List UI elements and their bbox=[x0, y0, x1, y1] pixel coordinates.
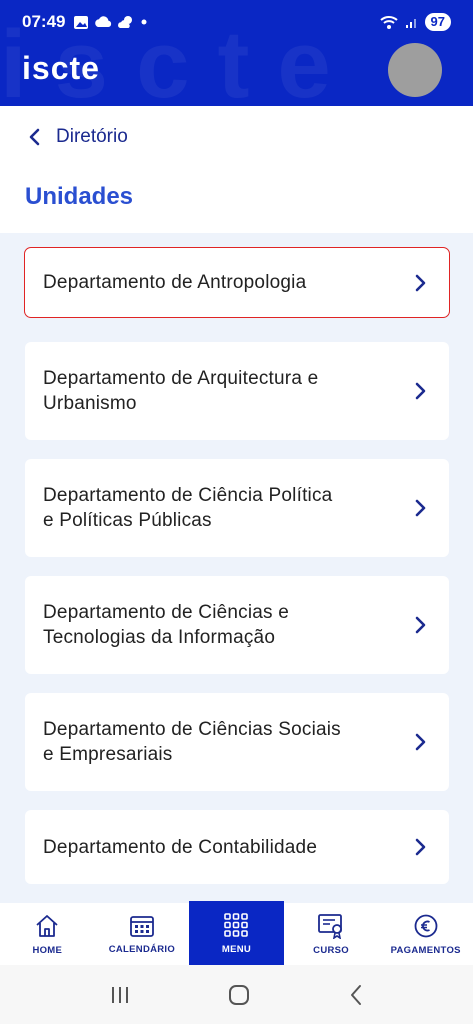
nav-home[interactable]: HOME bbox=[0, 903, 95, 965]
chevron-right-icon bbox=[415, 382, 426, 400]
list-item-label: Departamento de Ciências e Tecnologias d… bbox=[43, 602, 290, 648]
list-item[interactable]: Departamento de Contabilidade bbox=[25, 810, 449, 884]
status-time: 07:49 bbox=[22, 12, 66, 31]
grid-menu-icon bbox=[224, 912, 249, 937]
chevron-left-icon bbox=[29, 128, 40, 146]
list-item-label: Departamento de Antropologia bbox=[43, 272, 307, 293]
cloud-icon bbox=[95, 16, 112, 27]
nav-calendar[interactable]: CALENDÁRIO bbox=[95, 903, 190, 965]
list-item-label: Departamento de Arquitectura e Urbanismo bbox=[43, 368, 319, 414]
wifi-icon bbox=[379, 16, 398, 29]
battery-indicator: 97 bbox=[424, 13, 451, 31]
chevron-right-icon bbox=[415, 733, 426, 751]
gallery-icon bbox=[74, 15, 89, 29]
app-header: iscte 07:49 97 iscte bbox=[0, 0, 473, 106]
list-item[interactable]: Departamento de Ciências Sociais e Empre… bbox=[25, 693, 449, 791]
list-item-label: Departamento de Contabilidade bbox=[43, 836, 318, 858]
list-item[interactable]: Departamento de Antropologia bbox=[24, 247, 450, 318]
home-icon bbox=[36, 914, 58, 937]
page-title: Unidades bbox=[25, 183, 134, 210]
weather-icon bbox=[118, 16, 133, 28]
nav-course[interactable]: CURSO bbox=[284, 903, 379, 965]
list-item-label: Departamento de Ciências Sociais e Empre… bbox=[43, 719, 341, 765]
chevron-right-icon bbox=[415, 838, 426, 856]
euro-icon bbox=[414, 914, 438, 937]
list-item[interactable]: Departamento de Ciências e Tecnologias d… bbox=[25, 576, 449, 674]
chevron-right-icon bbox=[415, 499, 426, 517]
nav-menu[interactable]: MENU bbox=[189, 901, 284, 965]
dot-icon bbox=[141, 19, 147, 25]
certificate-icon bbox=[318, 913, 342, 939]
back-link[interactable]: Diretório bbox=[28, 126, 128, 148]
back-label: Diretório bbox=[56, 126, 128, 147]
iscte-logo: iscte bbox=[22, 50, 100, 86]
list-item[interactable]: Departamento de Arquitectura e Urbanismo bbox=[25, 342, 449, 440]
calendar-icon bbox=[129, 915, 154, 937]
list-item-label: Departamento de Ciência Política e Polít… bbox=[43, 485, 333, 531]
home-button-icon[interactable] bbox=[228, 984, 250, 1006]
signal-icon bbox=[405, 19, 416, 28]
status-bar: 07:49 97 bbox=[0, 0, 473, 44]
back-button-icon[interactable] bbox=[348, 984, 364, 1006]
avatar[interactable] bbox=[388, 43, 442, 97]
chevron-right-icon bbox=[415, 616, 426, 634]
bottom-nav: HOME CALENDÁRIO MENU CURSO PAGAMENTOS bbox=[0, 901, 473, 965]
list-item[interactable]: Departamento de Ciência Política e Polít… bbox=[25, 459, 449, 557]
recent-apps-icon[interactable] bbox=[109, 985, 131, 1005]
nav-payments[interactable]: PAGAMENTOS bbox=[378, 903, 473, 965]
system-nav-bar bbox=[0, 965, 473, 1024]
chevron-right-icon bbox=[415, 274, 426, 291]
